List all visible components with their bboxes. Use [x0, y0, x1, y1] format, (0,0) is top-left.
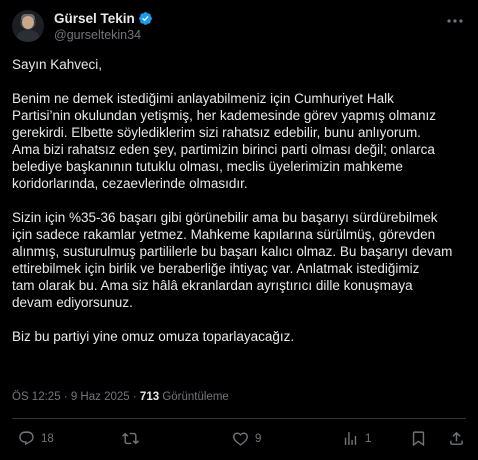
reply-count: 18 [41, 432, 54, 445]
bookmark-icon [412, 431, 425, 447]
avatar[interactable] [12, 10, 44, 42]
tweet-meta: ÖS 12:25 · 9 Haz 2025 · 713 Görüntüleme [12, 391, 229, 403]
author-name[interactable]: Gürsel Tekin [54, 11, 135, 26]
reply-button[interactable]: 18 [18, 430, 54, 447]
like-count: 9 [255, 432, 262, 445]
verified-badge-icon [138, 12, 152, 25]
tweet-paragraph: Sayın Kahveci, [12, 57, 103, 72]
tweet-date[interactable]: 9 Haz 2025 [71, 391, 130, 403]
author-handle[interactable]: @gurseltekin34 [54, 28, 141, 42]
retweet-button[interactable] [122, 430, 145, 447]
tweet-time[interactable]: ÖS 12:25 [12, 391, 61, 403]
action-bar: 18 9 1 [12, 428, 466, 454]
tweet-text: Sayın Kahveci, Benim ne demek istediğimi… [12, 56, 472, 362]
tweet-paragraph: Sizin için %35-36 başarı gibi görünebili… [12, 210, 453, 310]
meta-separator: · [132, 391, 137, 403]
more-options-icon[interactable] [446, 14, 464, 28]
meta-separator: · [63, 391, 68, 403]
views-count: 713 [139, 391, 160, 403]
share-icon [450, 431, 463, 445]
tweet-card: Gürsel Tekin @gurseltekin34 Sayın Kahvec… [0, 0, 478, 460]
reply-icon [19, 431, 34, 446]
views-label: Görüntüleme [162, 391, 229, 403]
bookmark-button[interactable] [410, 430, 427, 447]
tweet-paragraph: Biz bu partiyi yine omuz omuza toparlaya… [12, 329, 295, 344]
retweet-icon [122, 432, 139, 445]
tweet-paragraph: Benim ne demek istediğimi anlayabilmeniz… [12, 91, 436, 191]
author-name-row: Gürsel Tekin [54, 11, 153, 26]
divider [12, 418, 466, 419]
tweet-header: Gürsel Tekin @gurseltekin34 [12, 10, 466, 42]
share-button[interactable] [448, 430, 465, 447]
heart-icon [233, 432, 248, 446]
views-button[interactable]: 1 [342, 430, 371, 447]
views-action-count: 1 [365, 432, 372, 445]
like-button[interactable]: 9 [232, 430, 261, 447]
views-icon [344, 432, 357, 445]
